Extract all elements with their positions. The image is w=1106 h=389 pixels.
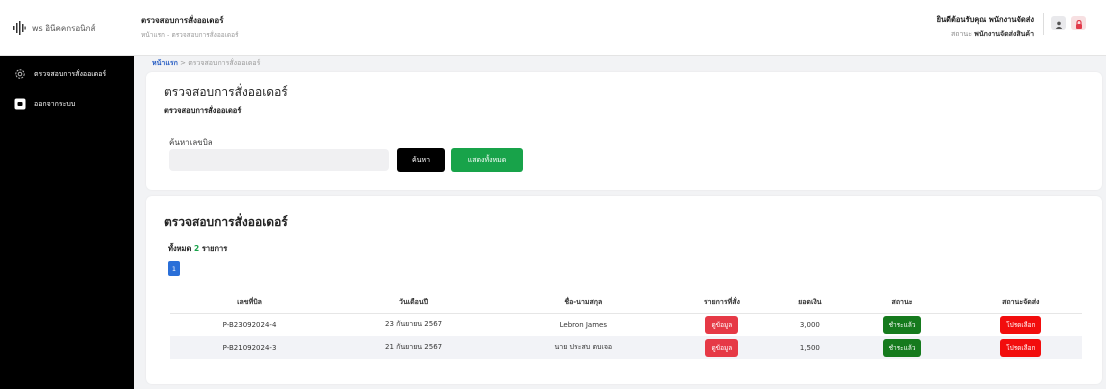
table-row: P-B23092024-4 23 กันยายน 2567 Lebron Jam… [170, 313, 1082, 336]
ship-status-cell: โปรดเลือก [960, 313, 1082, 336]
column-header: สถานะ [844, 292, 960, 314]
breadcrumb-separator: > [180, 59, 186, 67]
header-divider [1043, 13, 1044, 35]
logout-icon [14, 98, 26, 110]
breadcrumb: หน้าแรก > ตรวจสอบการสั่งออเดอร์ [152, 58, 260, 69]
bill-number-cell: P-B23092024-4 [222, 320, 277, 329]
user-greeting: ยินดีต้อนรับคุณ พนักงานจัดส่ง [936, 15, 1034, 24]
user-role: พนักงานจัดส่งสินค้า [974, 30, 1034, 38]
breadcrumb-home-link[interactable]: หน้าแรก [152, 59, 178, 67]
total-prefix: ทั้งหมด [168, 244, 192, 253]
view-items-button[interactable]: ดูข้อมูล [705, 338, 739, 357]
customer-name-cell: Lebron James [559, 320, 607, 329]
header-titles: ตรวจสอบการสั่งออเดอร์ หน้าแรก - ตรวจสอบก… [141, 14, 239, 40]
date-cell: 23 กันยายน 2567 [385, 320, 443, 329]
sidebar-item-label: ออกจากระบบ [34, 99, 76, 108]
column-header: วันเดือนปี [329, 292, 499, 314]
show-all-button[interactable]: แสดงทั้งหมด [451, 148, 523, 172]
status-cell: ชำระแล้ว [845, 313, 960, 336]
column-header: สถานะจัดส่ง [959, 292, 1082, 314]
items-cell: ดูข้อมูล [669, 313, 776, 336]
column-header: ยอดเงิน [775, 292, 845, 314]
paid-status-badge[interactable]: ชำระแล้ว [882, 338, 922, 357]
search-button[interactable]: ค้นหา [397, 148, 445, 172]
ship-status-select-button[interactable]: โปรดเลือก [1000, 338, 1042, 357]
waveform-logo-icon [12, 21, 26, 35]
user-status-label: สถานะ [950, 30, 972, 38]
user-info: ยินดีต้อนรับคุณ พนักงานจัดส่ง สถานะ พนัก… [937, 14, 1034, 40]
total-number: 2 [194, 244, 200, 253]
table-row: P-B21092024-3 21 กันยายน 2567 นาย ประสบ … [170, 336, 1082, 359]
items-cell: ดูข้อมูล [668, 336, 776, 359]
user-status: สถานะ พนักงานจัดส่งสินค้า [937, 29, 1034, 40]
header-breadcrumb: หน้าแรก - ตรวจสอบการสั่งออเดอร์ [141, 31, 239, 39]
total-suffix: รายการ [201, 244, 228, 253]
amount-cell: 3,000 [799, 320, 820, 329]
sidebar-item-order-check[interactable]: ตรวจสอบการสั่งออเดอร์ [0, 65, 134, 83]
lock-icon [1075, 14, 1083, 33]
user-profile-button[interactable] [1051, 16, 1066, 30]
brand[interactable]: ws อินีคคกรอนิกส์ [0, 0, 134, 56]
breadcrumb-current: ตรวจสอบการสั่งออเดอร์ [188, 59, 261, 67]
ship-status-select-button[interactable]: โปรดเลือก [1000, 315, 1042, 334]
orders-card: ตรวจสอบการสั่งออเดอร์ ทั้งหมด 2 รายการ 1… [146, 196, 1102, 384]
bill-search-input[interactable] [169, 149, 389, 171]
bill-number-cell: P-B21092024-3 [170, 336, 330, 359]
column-header: ชื่อ-นามสกุล [498, 292, 669, 314]
sidebar-item-label: ตรวจสอบการสั่งออเดอร์ [34, 69, 107, 78]
pagination-page-button[interactable]: 1 [168, 261, 180, 276]
ship-status-cell: โปรดเลือก [959, 336, 1082, 359]
page-title: ตรวจสอบการสั่งออเดอร์ [141, 16, 224, 25]
table-header-row: เลขที่บิล วันเดือนปี ชื่อ-นามสกุล รายการ… [170, 292, 1082, 314]
gear-icon [14, 68, 26, 80]
sidebar-item-logout[interactable]: ออกจากระบบ [0, 95, 134, 113]
user-icon [1055, 14, 1063, 33]
search-card: ตรวจสอบการสั่งออเดอร์ ตรวจสอบการสั่งออเด… [146, 72, 1102, 190]
top-bar: ws อินีคคกรอนิกส์ ตรวจสอบการสั่งออเดอร์ … [0, 0, 1106, 56]
amount-cell: 1,500 [775, 336, 845, 359]
date-cell: 21 กันยายน 2567 [329, 336, 499, 359]
view-items-button[interactable]: ดูข้อมูล [705, 315, 739, 334]
orders-card-title: ตรวจสอบการสั่งออเดอร์ [164, 215, 288, 229]
orders-table: เลขที่บิล วันเดือนปี ชื่อ-นามสกุล รายการ… [170, 292, 1082, 359]
search-label: ค้นหาเลขบิล [169, 138, 213, 147]
lock-button[interactable] [1071, 16, 1086, 30]
total-count: ทั้งหมด 2 รายการ [168, 243, 227, 255]
column-header: เลขที่บิล [170, 292, 330, 314]
paid-status-badge[interactable]: ชำระแล้ว [882, 315, 922, 334]
customer-name-cell: นาย ประสบ ตบเจอ [498, 336, 669, 359]
column-header: รายการที่สั่ง [668, 292, 776, 314]
sidebar: ตรวจสอบการสั่งออเดอร์ ออกจากระบบ [0, 56, 134, 389]
search-card-title: ตรวจสอบการสั่งออเดอร์ [164, 85, 288, 99]
search-card-subtitle: ตรวจสอบการสั่งออเดอร์ [164, 106, 242, 115]
status-cell: ชำระแล้ว [844, 336, 960, 359]
brand-name: ws อินีคคกรอนิกส์ [32, 23, 96, 33]
